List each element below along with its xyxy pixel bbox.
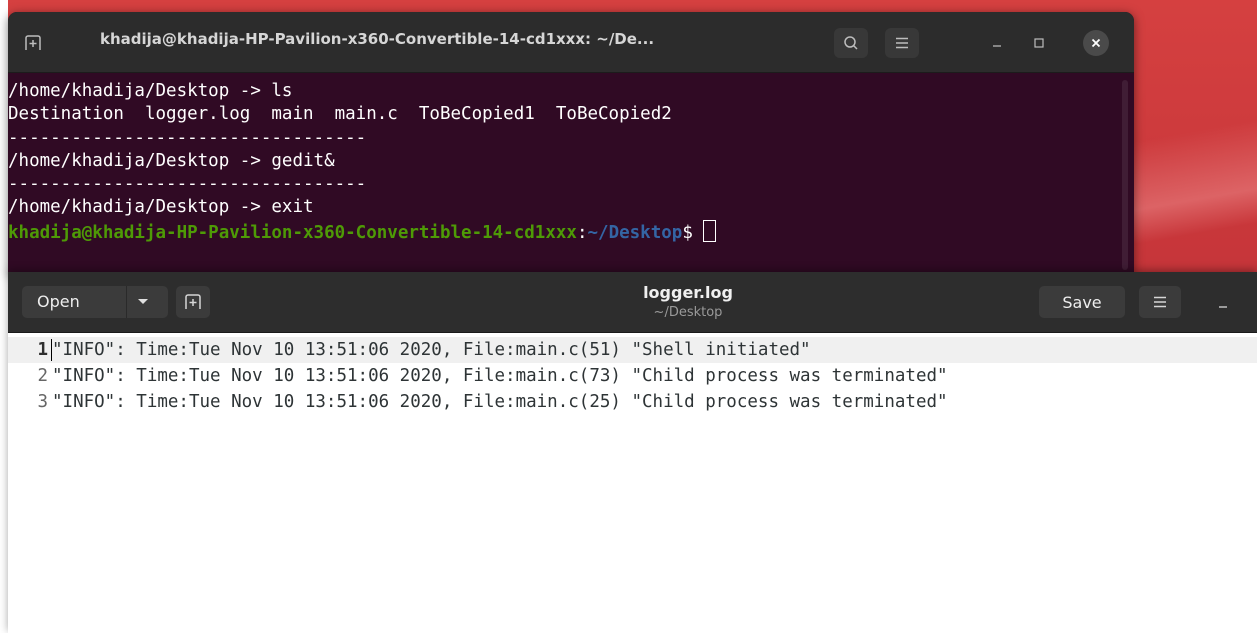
line-number: 3 bbox=[37, 392, 48, 412]
search-icon bbox=[844, 36, 858, 50]
terminal-close-button[interactable] bbox=[1083, 30, 1109, 56]
line-number-gutter: 1 2 3 bbox=[8, 337, 48, 415]
terminal-scrollbar[interactable] bbox=[1122, 80, 1128, 270]
new-tab-button[interactable] bbox=[16, 28, 50, 58]
terminal-prompt[interactable]: khadija@khadija-HP-Pavilion-x360-Convert… bbox=[8, 219, 1120, 245]
document-line[interactable]: "INFO": Time:Tue Nov 10 13:51:06 2020, F… bbox=[52, 337, 1257, 363]
terminal-window[interactable]: khadija@khadija-HP-Pavilion-x360-Convert… bbox=[8, 12, 1134, 274]
hamburger-menu-icon bbox=[896, 37, 908, 49]
terminal-cursor bbox=[703, 219, 717, 242]
terminal-title: khadija@khadija-HP-Pavilion-x360-Convert… bbox=[100, 30, 655, 48]
document-line[interactable]: "INFO": Time:Tue Nov 10 13:51:06 2020, F… bbox=[52, 363, 1257, 389]
minimize-icon bbox=[1219, 306, 1227, 308]
open-button-divider bbox=[126, 286, 127, 318]
hamburger-menu-icon bbox=[1154, 296, 1166, 308]
document-text[interactable]: "INFO": Time:Tue Nov 10 13:51:06 2020, F… bbox=[52, 337, 1257, 415]
document-line[interactable]: "INFO": Time:Tue Nov 10 13:51:06 2020, F… bbox=[52, 389, 1257, 415]
open-button[interactable]: Open bbox=[22, 286, 168, 318]
save-button[interactable]: Save bbox=[1039, 286, 1125, 318]
document-path: ~/Desktop bbox=[653, 305, 723, 320]
text-caret bbox=[51, 339, 52, 361]
chevron-down-icon bbox=[138, 299, 148, 304]
line-number: 2 bbox=[37, 366, 48, 386]
terminal-line: ---------------------------------- bbox=[8, 174, 367, 195]
terminal-titlebar[interactable]: khadija@khadija-HP-Pavilion-x360-Convert… bbox=[8, 12, 1134, 73]
gedit-headerbar[interactable]: Open logger.log ~/Desktop Save bbox=[8, 272, 1257, 333]
open-label: Open bbox=[37, 292, 80, 311]
document-title: logger.log bbox=[643, 283, 733, 302]
prompt-separator: : bbox=[576, 222, 588, 243]
terminal-line: Destination logger.log main main.c ToBeC… bbox=[8, 104, 672, 125]
prompt-user-host: khadija@khadija-HP-Pavilion-x360-Convert… bbox=[8, 222, 577, 243]
maximize-icon bbox=[1034, 38, 1044, 48]
new-document-button[interactable] bbox=[176, 286, 210, 318]
terminal-line: /home/khadija/Desktop -> exit bbox=[8, 197, 314, 218]
line-number: 1 bbox=[37, 340, 48, 360]
gedit-window[interactable]: Open logger.log ~/Desktop Save 1 2 3 "IN… bbox=[8, 272, 1257, 633]
prompt-path: ~/Desktop bbox=[587, 222, 683, 243]
terminal-maximize-button[interactable] bbox=[1030, 34, 1048, 52]
gedit-minimize-button[interactable] bbox=[1213, 294, 1233, 314]
minimize-icon bbox=[993, 45, 1001, 47]
gedit-menu-button[interactable] bbox=[1139, 286, 1181, 318]
terminal-line: /home/khadija/Desktop -> gedit& bbox=[8, 150, 335, 171]
text-editor-area[interactable]: 1 2 3 "INFO": Time:Tue Nov 10 13:51:06 2… bbox=[8, 333, 1257, 633]
terminal-output[interactable]: /home/khadija/Desktop -> ls Destination l… bbox=[8, 80, 1120, 245]
screen-edge bbox=[0, 0, 8, 633]
terminal-line: /home/khadija/Desktop -> ls bbox=[8, 81, 293, 101]
terminal-menu-button[interactable] bbox=[885, 28, 919, 58]
search-button[interactable] bbox=[834, 28, 868, 58]
close-icon bbox=[1091, 38, 1101, 48]
prompt-symbol: $ bbox=[682, 222, 704, 243]
terminal-minimize-button[interactable] bbox=[988, 34, 1006, 52]
new-tab-icon bbox=[25, 35, 41, 50]
open-dropdown-button[interactable] bbox=[136, 290, 150, 316]
terminal-line: ---------------------------------- bbox=[8, 127, 367, 148]
new-document-icon bbox=[185, 294, 201, 309]
